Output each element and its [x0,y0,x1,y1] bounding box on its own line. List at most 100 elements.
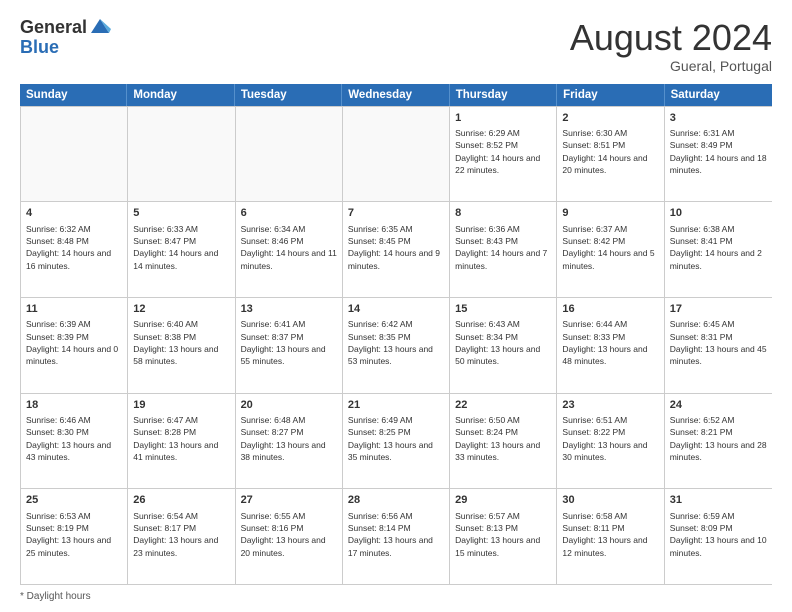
calendar-week-5: 25 Sunrise: 6:53 AM Sunset: 8:19 PM Dayli… [21,488,772,584]
col-wednesday: Wednesday [342,84,449,106]
page: General Blue August 2024 Gueral, Portuga… [0,0,792,612]
table-row [343,107,450,202]
col-thursday: Thursday [450,84,557,106]
day-info: Sunrise: 6:35 AM Sunset: 8:45 PM Dayligh… [348,223,444,272]
day-info: Sunrise: 6:43 AM Sunset: 8:34 PM Dayligh… [455,318,551,367]
day-info: Sunrise: 6:47 AM Sunset: 8:28 PM Dayligh… [133,414,229,463]
calendar-week-2: 4 Sunrise: 6:32 AM Sunset: 8:48 PM Daylig… [21,201,772,297]
table-row: 27Sunrise: 6:55 AM Sunset: 8:16 PM Dayli… [236,489,343,584]
day-info: Sunrise: 6:46 AM Sunset: 8:30 PM Dayligh… [26,414,122,463]
day-number: 7 [348,206,444,221]
header: General Blue August 2024 Gueral, Portuga… [20,18,772,74]
table-row: 25 Sunrise: 6:53 AM Sunset: 8:19 PM Dayli… [21,489,128,584]
day-info: Sunrise: 6:32 AM Sunset: 8:48 PM Dayligh… [26,223,122,272]
day-info: Sunrise: 6:56 AM Sunset: 8:14 PM Dayligh… [348,510,444,559]
day-info: Sunrise: 6:49 AM Sunset: 8:25 PM Dayligh… [348,414,444,463]
table-row: 3Sunrise: 6:31 AM Sunset: 8:49 PM Daylig… [665,107,772,202]
day-number: 4 [26,206,122,221]
day-number: 30 [562,493,658,508]
calendar-body: 1Sunrise: 6:29 AM Sunset: 8:52 PM Daylig… [20,106,772,585]
day-info: Sunrise: 6:31 AM Sunset: 8:49 PM Dayligh… [670,127,767,176]
daylight-label: Daylight hours [27,591,91,602]
day-info: Sunrise: 6:29 AM Sunset: 8:52 PM Dayligh… [455,127,551,176]
logo-blue: Blue [20,38,111,58]
table-row: 30 Sunrise: 6:58 AM Sunset: 8:11 PM Dayli… [557,489,664,584]
table-row: 31Sunrise: 6:59 AM Sunset: 8:09 PM Dayli… [665,489,772,584]
day-info: Sunrise: 6:58 AM Sunset: 8:11 PM Dayligh… [562,510,658,559]
table-row: 9 Sunrise: 6:37 AM Sunset: 8:42 PM Daylig… [557,202,664,297]
day-info: Sunrise: 6:38 AM Sunset: 8:41 PM Dayligh… [670,223,767,272]
day-info: Sunrise: 6:53 AM Sunset: 8:19 PM Dayligh… [26,510,122,559]
day-number: 22 [455,398,551,413]
day-number: 3 [670,111,767,126]
table-row: 24Sunrise: 6:52 AM Sunset: 8:21 PM Dayli… [665,394,772,489]
table-row: 22Sunrise: 6:50 AM Sunset: 8:24 PM Dayli… [450,394,557,489]
day-number: 12 [133,302,229,317]
day-info: Sunrise: 6:52 AM Sunset: 8:21 PM Dayligh… [670,414,767,463]
title-block: August 2024 Gueral, Portugal [570,18,772,74]
day-info: Sunrise: 6:34 AM Sunset: 8:46 PM Dayligh… [241,223,337,272]
day-number: 2 [562,111,658,126]
day-info: Sunrise: 6:37 AM Sunset: 8:42 PM Dayligh… [562,223,658,272]
table-row: 4 Sunrise: 6:32 AM Sunset: 8:48 PM Daylig… [21,202,128,297]
day-info: Sunrise: 6:50 AM Sunset: 8:24 PM Dayligh… [455,414,551,463]
calendar-week-3: 11Sunrise: 6:39 AM Sunset: 8:39 PM Dayli… [21,297,772,393]
table-row [236,107,343,202]
table-row [21,107,128,202]
table-row: 20Sunrise: 6:48 AM Sunset: 8:27 PM Dayli… [236,394,343,489]
table-row: 18Sunrise: 6:46 AM Sunset: 8:30 PM Dayli… [21,394,128,489]
table-row [128,107,235,202]
day-info: Sunrise: 6:57 AM Sunset: 8:13 PM Dayligh… [455,510,551,559]
day-info: Sunrise: 6:54 AM Sunset: 8:17 PM Dayligh… [133,510,229,559]
day-number: 29 [455,493,551,508]
table-row: 7 Sunrise: 6:35 AM Sunset: 8:45 PM Daylig… [343,202,450,297]
table-row: 23Sunrise: 6:51 AM Sunset: 8:22 PM Dayli… [557,394,664,489]
day-number: 26 [133,493,229,508]
calendar: Sunday Monday Tuesday Wednesday Thursday… [20,84,772,585]
day-info: Sunrise: 6:55 AM Sunset: 8:16 PM Dayligh… [241,510,337,559]
table-row: 21Sunrise: 6:49 AM Sunset: 8:25 PM Dayli… [343,394,450,489]
table-row: 6 Sunrise: 6:34 AM Sunset: 8:46 PM Daylig… [236,202,343,297]
day-info: Sunrise: 6:42 AM Sunset: 8:35 PM Dayligh… [348,318,444,367]
day-info: Sunrise: 6:33 AM Sunset: 8:47 PM Dayligh… [133,223,229,272]
table-row: 14Sunrise: 6:42 AM Sunset: 8:35 PM Dayli… [343,298,450,393]
calendar-header: Sunday Monday Tuesday Wednesday Thursday… [20,84,772,106]
day-info: Sunrise: 6:44 AM Sunset: 8:33 PM Dayligh… [562,318,658,367]
day-number: 17 [670,302,767,317]
table-row: 1Sunrise: 6:29 AM Sunset: 8:52 PM Daylig… [450,107,557,202]
table-row: 15Sunrise: 6:43 AM Sunset: 8:34 PM Dayli… [450,298,557,393]
table-row: 26 Sunrise: 6:54 AM Sunset: 8:17 PM Dayli… [128,489,235,584]
day-number: 28 [348,493,444,508]
day-info: Sunrise: 6:41 AM Sunset: 8:37 PM Dayligh… [241,318,337,367]
day-number: 8 [455,206,551,221]
col-saturday: Saturday [665,84,772,106]
day-number: 13 [241,302,337,317]
day-number: 14 [348,302,444,317]
table-row: 29 Sunrise: 6:57 AM Sunset: 8:13 PM Dayli… [450,489,557,584]
day-info: Sunrise: 6:45 AM Sunset: 8:31 PM Dayligh… [670,318,767,367]
col-monday: Monday [127,84,234,106]
day-number: 25 [26,493,122,508]
day-number: 19 [133,398,229,413]
day-number: 20 [241,398,337,413]
month-title: August 2024 [570,18,772,58]
logo-icon [89,15,111,37]
day-info: Sunrise: 6:39 AM Sunset: 8:39 PM Dayligh… [26,318,122,367]
col-tuesday: Tuesday [235,84,342,106]
day-number: 6 [241,206,337,221]
day-number: 9 [562,206,658,221]
day-number: 18 [26,398,122,413]
day-number: 10 [670,206,767,221]
logo-general: General [20,18,87,38]
table-row: 16Sunrise: 6:44 AM Sunset: 8:33 PM Dayli… [557,298,664,393]
footer: * Daylight hours [20,591,772,602]
day-number: 1 [455,111,551,126]
table-row: 11Sunrise: 6:39 AM Sunset: 8:39 PM Dayli… [21,298,128,393]
table-row: 19Sunrise: 6:47 AM Sunset: 8:28 PM Dayli… [128,394,235,489]
day-number: 24 [670,398,767,413]
col-sunday: Sunday [20,84,127,106]
day-number: 21 [348,398,444,413]
table-row: 2Sunrise: 6:30 AM Sunset: 8:51 PM Daylig… [557,107,664,202]
location: Gueral, Portugal [570,58,772,74]
table-row: 10 Sunrise: 6:38 AM Sunset: 8:41 PM Dayli… [665,202,772,297]
